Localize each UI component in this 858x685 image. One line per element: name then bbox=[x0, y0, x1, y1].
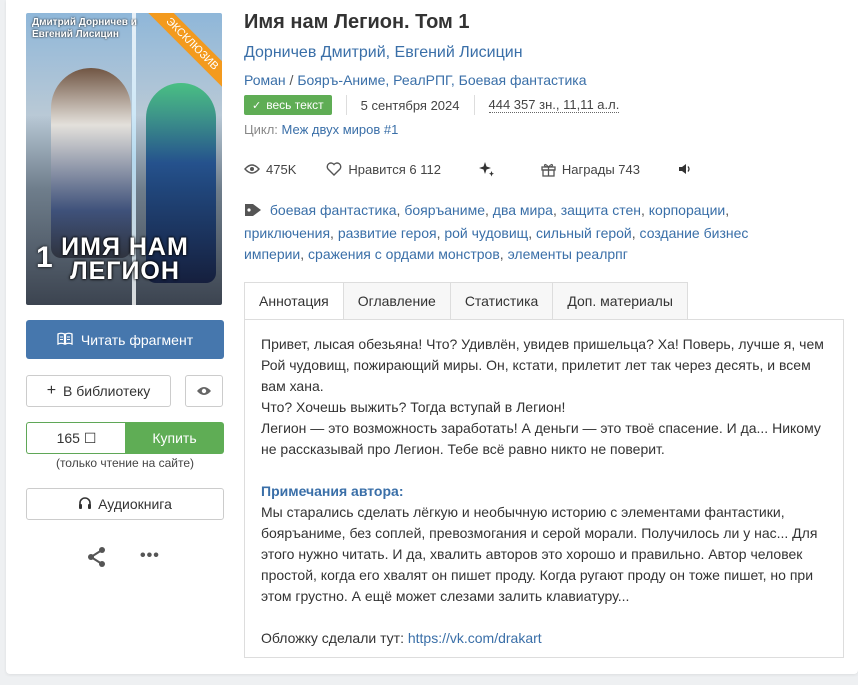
tag-separator: , bbox=[528, 225, 536, 241]
tag-link[interactable]: сильный герой bbox=[536, 225, 632, 241]
read-fragment-button[interactable]: Читать фрагмент bbox=[26, 320, 224, 359]
add-to-library-label: В библиотеку bbox=[63, 383, 151, 399]
genre-main-link[interactable]: Роман bbox=[244, 72, 286, 88]
speaker-icon bbox=[678, 164, 690, 174]
cycle-link[interactable]: Меж двух миров #1 bbox=[282, 122, 399, 137]
cover-title: ИМЯ НАМ ЛЕГИОН bbox=[61, 233, 189, 285]
awards-count: Награды 743 bbox=[561, 161, 640, 177]
book-cycle: Цикл: Меж двух миров #1 bbox=[244, 122, 398, 137]
views-stat: 475K bbox=[244, 162, 296, 177]
speaker-button[interactable] bbox=[678, 163, 698, 175]
cover-credit-label: Обложку сделали тут: bbox=[261, 630, 404, 646]
tag-separator: , bbox=[552, 202, 561, 218]
cover-authors: Дмитрий Дорничев и Евгений Лисицин bbox=[32, 17, 137, 40]
author-notes-text: Мы старались сделать лёгкую и необычную … bbox=[261, 504, 818, 604]
book-stats: 475K Нравится 6 112 Награды 743 bbox=[244, 160, 698, 178]
tag-link[interactable]: рой чудовищ bbox=[444, 225, 528, 241]
annotation-paragraph: Легион — это возможность заработать! А д… bbox=[261, 420, 821, 457]
tab-statistics[interactable]: Статистика bbox=[450, 282, 554, 320]
author-notes-heading: Примечания автора: bbox=[261, 483, 404, 499]
divider bbox=[345, 95, 347, 115]
cover-figure-man bbox=[51, 68, 131, 258]
annotation-text: Привет, лысая обезьяна! Что? Удивлён, ув… bbox=[261, 334, 833, 649]
gift-icon bbox=[541, 163, 556, 177]
annotation-panel: Привет, лысая обезьяна! Что? Удивлён, ув… bbox=[244, 319, 844, 658]
cycle-label: Цикл: bbox=[244, 122, 278, 137]
status-badge-label: весь текст bbox=[266, 98, 324, 112]
audiobook-label: Аудиокнига bbox=[98, 496, 172, 512]
likes-count: Нравится 6 112 bbox=[348, 161, 441, 177]
read-only-note: (только чтение на сайте) bbox=[55, 456, 195, 470]
tab-contents[interactable]: Оглавление bbox=[343, 282, 451, 320]
tag-separator: , bbox=[499, 246, 508, 262]
likes-stat[interactable]: Нравится 6 112 bbox=[326, 162, 441, 177]
annotation-paragraph: Что? Хочешь выжить? Тогда вступай в Леги… bbox=[261, 399, 566, 415]
annotation-paragraph: Привет, лысая обезьяна! Что? Удивлён, ув… bbox=[261, 336, 824, 394]
tag-icon bbox=[244, 202, 262, 223]
views-icon bbox=[244, 164, 260, 174]
check-icon: ✓ bbox=[252, 99, 262, 112]
tab-extra-materials[interactable]: Доп. материалы bbox=[553, 282, 688, 320]
tag-link[interactable]: развитие героя bbox=[338, 225, 437, 241]
audiobook-button[interactable]: Аудиокнига bbox=[26, 488, 224, 520]
plus-icon: + bbox=[46, 382, 57, 399]
tag-separator: , bbox=[640, 202, 649, 218]
cover-credit-link[interactable]: https://vk.com/drakart bbox=[408, 630, 542, 646]
share-icon[interactable] bbox=[86, 546, 108, 568]
tag-separator: , bbox=[300, 246, 309, 262]
tag-link[interactable]: бояръаниме bbox=[404, 202, 485, 218]
genre-separator: / bbox=[289, 72, 294, 88]
tab-annotation[interactable]: Аннотация bbox=[244, 282, 344, 320]
watch-button[interactable] bbox=[185, 375, 223, 407]
sparkles-stat[interactable] bbox=[478, 161, 501, 177]
tag-link[interactable]: два мира bbox=[493, 202, 553, 218]
book-meta: ✓ весь текст 5 сентября 2024 444 357 зн.… bbox=[244, 95, 620, 115]
tag-link[interactable]: боевая фантастика bbox=[270, 202, 397, 218]
tags-list: боевая фантастика, бояръаниме, два мира,… bbox=[244, 200, 804, 265]
headphones-icon bbox=[78, 496, 92, 512]
eye-icon bbox=[196, 384, 212, 399]
status-badge: ✓ весь текст bbox=[244, 95, 332, 115]
more-icon[interactable]: ••• bbox=[140, 547, 160, 565]
sparkles-icon bbox=[478, 162, 494, 177]
tag-link[interactable]: корпорации bbox=[649, 202, 725, 218]
tag-separator: , bbox=[485, 202, 493, 218]
book-open-icon bbox=[57, 332, 73, 348]
book-title: Имя нам Легион. Том 1 bbox=[244, 11, 470, 33]
genre-links[interactable]: Бояръ-Аниме, РеалРПГ, Боевая фантастика bbox=[297, 72, 586, 88]
buy-button[interactable]: Купить bbox=[125, 422, 224, 454]
book-genres: Роман / Бояръ-Аниме, РеалРПГ, Боевая фан… bbox=[244, 72, 587, 88]
tag-separator: , bbox=[631, 225, 640, 241]
add-to-library-button[interactable]: + В библиотеку bbox=[26, 375, 171, 407]
book-size: 444 357 зн., 11,11 а.л. bbox=[488, 97, 620, 113]
read-fragment-label: Читать фрагмент bbox=[80, 331, 194, 348]
book-cover[interactable]: Дмитрий Дорничев и Евгений Лисицин 1 ИМЯ… bbox=[26, 13, 222, 305]
tag-link[interactable]: сражения с ордами монстров bbox=[308, 246, 500, 262]
views-count: 475K bbox=[266, 161, 297, 177]
tag-link[interactable]: элементы реалрпг bbox=[508, 246, 628, 262]
tag-separator: , bbox=[725, 202, 730, 218]
awards-stat[interactable]: Награды 743 bbox=[541, 162, 640, 177]
cover-credit: Обложку сделали тут: https://vk.com/drak… bbox=[261, 628, 833, 649]
divider bbox=[473, 95, 475, 115]
tag-separator: , bbox=[330, 225, 338, 241]
heart-icon bbox=[326, 162, 342, 176]
tag-link[interactable]: защита стен bbox=[561, 202, 641, 218]
book-tabs: Аннотация Оглавление Статистика Доп. мат… bbox=[244, 282, 688, 320]
exclusive-ribbon: ЭКСКЛЮЗИВ bbox=[143, 13, 222, 93]
tag-link[interactable]: приключения bbox=[244, 225, 330, 241]
book-authors[interactable]: Дорничев Дмитрий, Евгений Лисицин bbox=[244, 44, 523, 62]
price-field: 165 ☐ bbox=[26, 422, 126, 454]
publish-date: 5 сентября 2024 bbox=[360, 97, 460, 113]
